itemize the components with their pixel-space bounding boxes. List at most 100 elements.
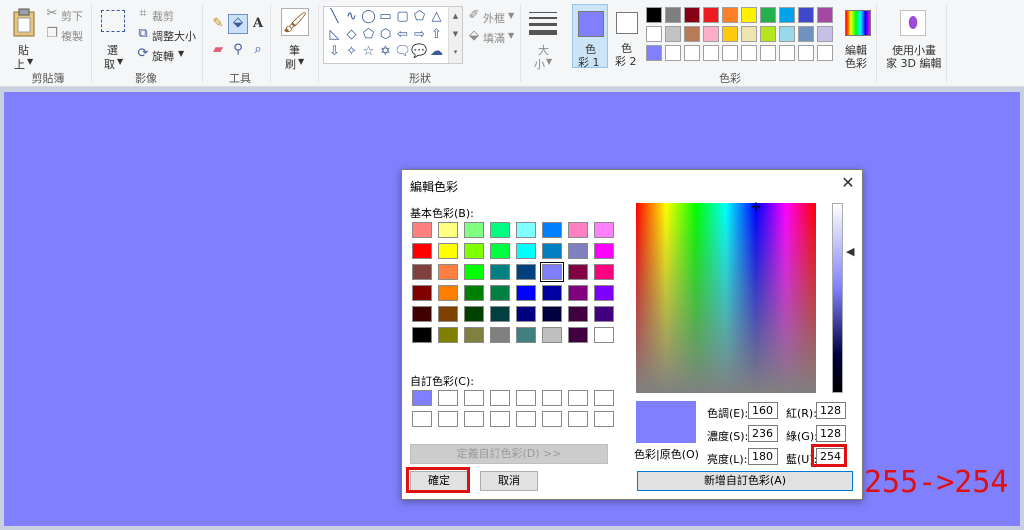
palette-swatch[interactable] bbox=[722, 45, 738, 61]
slider-arrow-icon[interactable]: ◀ bbox=[846, 246, 854, 257]
copy-button[interactable]: 複製 bbox=[61, 28, 83, 44]
palette-swatch[interactable] bbox=[741, 26, 757, 42]
basic-color-swatch[interactable] bbox=[412, 264, 432, 280]
hexagon-shape-icon[interactable]: ⬡ bbox=[377, 27, 394, 43]
arrow-down-shape-icon[interactable]: ⇩ bbox=[326, 44, 343, 60]
fill-button[interactable]: 填滿 bbox=[483, 30, 505, 46]
basic-color-swatch[interactable] bbox=[568, 327, 588, 343]
basic-color-swatch[interactable] bbox=[438, 222, 458, 238]
green-field[interactable]: 128 bbox=[816, 425, 846, 442]
custom-color-swatch[interactable] bbox=[594, 390, 614, 406]
palette-swatch[interactable] bbox=[798, 7, 814, 23]
basic-color-swatch[interactable] bbox=[464, 306, 484, 322]
basic-color-swatch[interactable] bbox=[594, 222, 614, 238]
curve-shape-icon[interactable]: ∿ bbox=[343, 9, 360, 25]
basic-color-swatch[interactable] bbox=[542, 243, 562, 259]
eraser-icon[interactable]: ▰ bbox=[210, 42, 226, 58]
shapes-scrollbar[interactable]: ▲ ▼ ▾ bbox=[448, 7, 462, 63]
palette-swatch[interactable] bbox=[741, 7, 757, 23]
palette-swatch[interactable] bbox=[741, 45, 757, 61]
select-button[interactable]: 選 取 ▼ bbox=[98, 6, 128, 71]
palette-swatch[interactable] bbox=[722, 7, 738, 23]
basic-color-swatch[interactable] bbox=[542, 306, 562, 322]
callout-cloud-shape-icon[interactable]: ☁ bbox=[428, 44, 445, 60]
basic-color-swatch[interactable] bbox=[542, 327, 562, 343]
triangle-shape-icon[interactable]: △ bbox=[428, 9, 445, 25]
close-icon[interactable]: ✕ bbox=[839, 174, 857, 192]
custom-color-swatch[interactable] bbox=[438, 390, 458, 406]
fill-bucket-icon[interactable]: ⬙ bbox=[228, 14, 248, 34]
pentagon-shape-icon[interactable]: ⬠ bbox=[360, 27, 377, 43]
cut-button[interactable]: 剪下 bbox=[61, 8, 83, 24]
palette-swatch[interactable] bbox=[779, 45, 795, 61]
color-spectrum[interactable] bbox=[636, 203, 816, 393]
basic-color-swatch[interactable] bbox=[540, 262, 564, 282]
palette-swatch[interactable] bbox=[798, 26, 814, 42]
basic-color-swatch[interactable] bbox=[464, 222, 484, 238]
basic-color-swatch[interactable] bbox=[594, 285, 614, 301]
basic-color-swatch[interactable] bbox=[464, 285, 484, 301]
basic-color-swatch[interactable] bbox=[490, 222, 510, 238]
pencil-icon[interactable]: ✎ bbox=[210, 16, 226, 32]
custom-color-swatch[interactable] bbox=[490, 390, 510, 406]
basic-color-swatch[interactable] bbox=[594, 327, 614, 343]
palette-swatch[interactable] bbox=[779, 26, 795, 42]
outline-button[interactable]: 外框 bbox=[483, 10, 505, 26]
palette-swatch[interactable] bbox=[760, 45, 776, 61]
callout-rect-shape-icon[interactable]: 🗨 bbox=[394, 44, 411, 60]
palette-swatch[interactable] bbox=[703, 26, 719, 42]
size-button[interactable]: 大 小 ▼ bbox=[526, 6, 562, 71]
custom-color-swatch[interactable] bbox=[594, 411, 614, 427]
palette-swatch[interactable] bbox=[760, 26, 776, 42]
palette-swatch[interactable] bbox=[646, 26, 662, 42]
palette-swatch[interactable] bbox=[722, 26, 738, 42]
right-triangle-shape-icon[interactable]: ◺ bbox=[326, 27, 343, 43]
basic-color-swatch[interactable] bbox=[438, 264, 458, 280]
lum-field[interactable]: 180 bbox=[748, 448, 778, 465]
basic-color-swatch[interactable] bbox=[594, 306, 614, 322]
palette-swatch[interactable] bbox=[817, 26, 833, 42]
custom-color-swatch[interactable] bbox=[516, 411, 536, 427]
basic-color-swatch[interactable] bbox=[438, 327, 458, 343]
custom-color-swatch[interactable] bbox=[542, 390, 562, 406]
red-field[interactable]: 128 bbox=[816, 402, 846, 419]
palette-swatch[interactable] bbox=[703, 7, 719, 23]
arrow-left-shape-icon[interactable]: ⇦ bbox=[394, 27, 411, 43]
basic-color-swatch[interactable] bbox=[412, 243, 432, 259]
basic-color-swatch[interactable] bbox=[464, 327, 484, 343]
basic-color-swatch[interactable] bbox=[464, 243, 484, 259]
magnifier-icon[interactable]: ⌕ bbox=[250, 42, 266, 58]
basic-color-swatch[interactable] bbox=[568, 264, 588, 280]
basic-color-swatch[interactable] bbox=[412, 306, 432, 322]
palette-swatch[interactable] bbox=[798, 45, 814, 61]
basic-color-swatch[interactable] bbox=[490, 327, 510, 343]
add-custom-color-button[interactable]: 新增自訂色彩(A) bbox=[637, 471, 853, 491]
palette-swatch[interactable] bbox=[760, 7, 776, 23]
custom-color-swatch[interactable] bbox=[438, 411, 458, 427]
sat-field[interactable]: 236 bbox=[748, 425, 778, 442]
basic-color-swatch[interactable] bbox=[542, 222, 562, 238]
callout-oval-shape-icon[interactable]: 💬 bbox=[411, 44, 428, 60]
palette-swatch[interactable] bbox=[665, 7, 681, 23]
diamond-shape-icon[interactable]: ◇ bbox=[343, 27, 360, 43]
basic-color-swatch[interactable] bbox=[516, 222, 536, 238]
palette-swatch[interactable] bbox=[703, 45, 719, 61]
basic-color-swatch[interactable] bbox=[542, 285, 562, 301]
basic-color-swatch[interactable] bbox=[412, 327, 432, 343]
basic-color-swatch[interactable] bbox=[516, 327, 536, 343]
custom-color-swatch[interactable] bbox=[464, 411, 484, 427]
arrow-right-shape-icon[interactable]: ⇨ bbox=[411, 27, 428, 43]
star5-shape-icon[interactable]: ☆ bbox=[360, 44, 377, 60]
line-shape-icon[interactable]: ╲ bbox=[326, 9, 343, 25]
custom-color-swatch[interactable] bbox=[516, 390, 536, 406]
star6-shape-icon[interactable]: ✡ bbox=[377, 44, 394, 60]
oval-shape-icon[interactable]: ◯ bbox=[360, 9, 377, 25]
polygon-shape-icon[interactable]: ⬠ bbox=[411, 9, 428, 25]
custom-color-swatch[interactable] bbox=[464, 390, 484, 406]
basic-color-swatch[interactable] bbox=[568, 285, 588, 301]
star4-shape-icon[interactable]: ✧ bbox=[343, 44, 360, 60]
color-picker-icon[interactable]: ⚲ bbox=[230, 42, 246, 58]
text-icon[interactable]: A bbox=[250, 16, 266, 32]
basic-color-swatch[interactable] bbox=[568, 306, 588, 322]
edit-colors-button[interactable]: 編輯 色彩 bbox=[840, 6, 874, 70]
